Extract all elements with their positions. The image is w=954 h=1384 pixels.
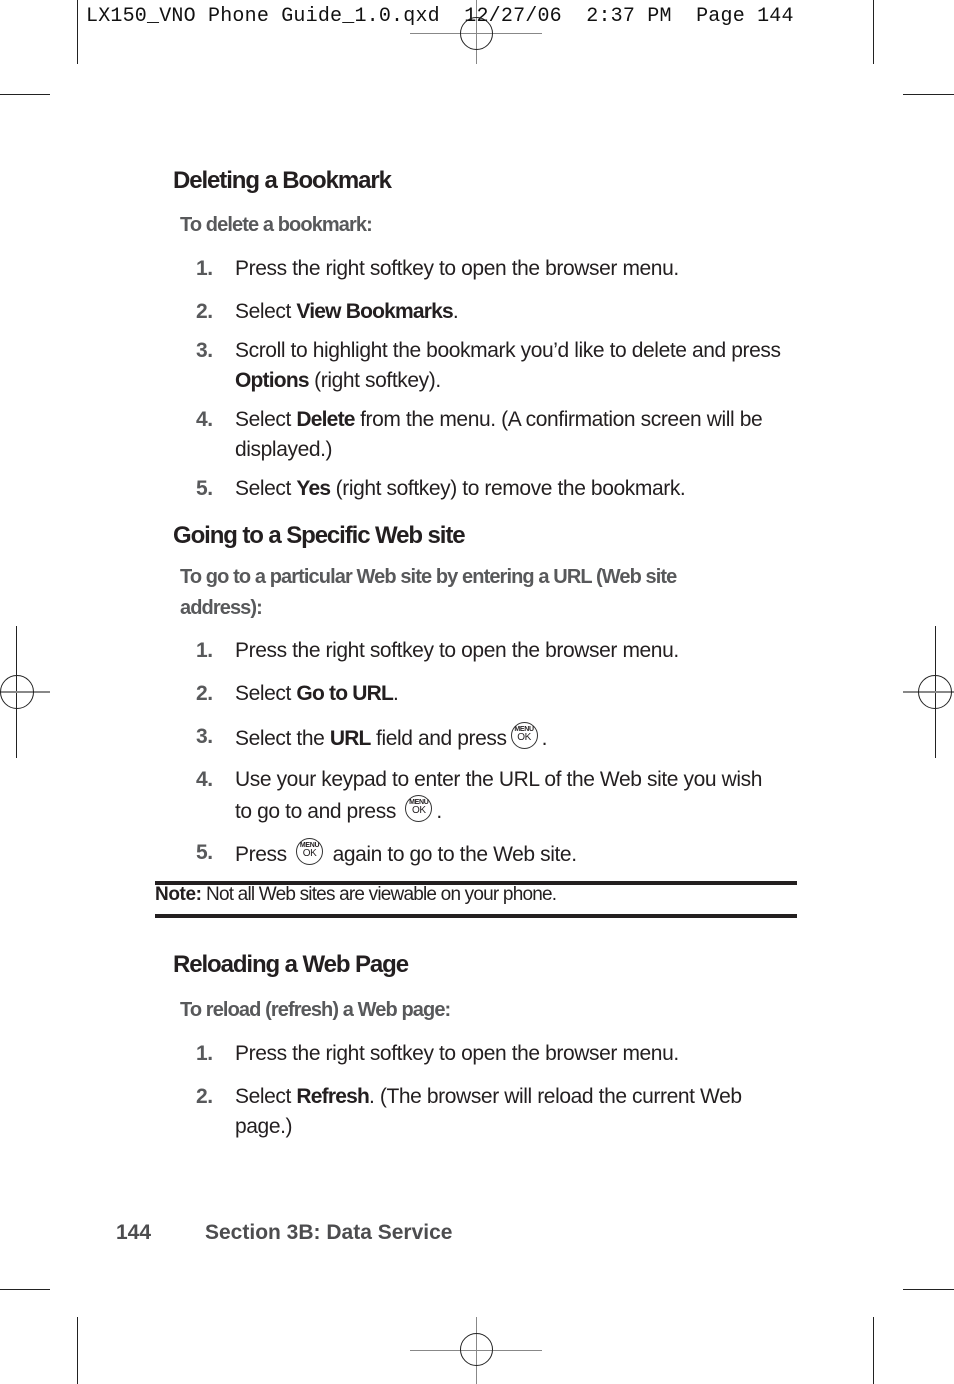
crop-mark — [77, 1317, 78, 1384]
section-intro: To delete a bookmark: — [180, 214, 373, 236]
step-text-part: Select — [235, 300, 297, 323]
step-text: Press the right softkey to open the brow… — [235, 639, 679, 662]
step-text-part: . — [541, 727, 548, 750]
note-text: Not all Web sites are viewable on your p… — [201, 884, 557, 905]
menu-item-name: Delete — [296, 408, 355, 431]
step-number: 1. — [196, 1042, 213, 1065]
step-item: 2. Select Go to URL. — [196, 679, 796, 709]
step-text-part: . — [436, 800, 442, 823]
section-intro: To reload (refresh) a Web page: — [180, 999, 451, 1021]
crop-mark — [873, 1317, 874, 1384]
step-item: 4. Select Delete from the menu. (A confi… — [196, 405, 796, 465]
section-footer-title: Section 3B: Data Service — [205, 1221, 453, 1244]
step-text-part: field and press — [370, 727, 507, 750]
menu-item-name: Refresh — [296, 1085, 370, 1108]
step-number: 3. — [196, 339, 213, 362]
step-text-part: Select — [235, 682, 297, 705]
crop-mark — [77, 0, 78, 64]
step-number: 2. — [196, 1085, 213, 1108]
page-number: 144 — [116, 1221, 152, 1244]
section-heading-deleting-bookmark: Deleting a Bookmark — [173, 167, 392, 194]
step-item: 1. Press the right softkey to open the b… — [196, 254, 796, 284]
step-item: 5. Press MENU OK again to go to the Web s… — [196, 838, 796, 870]
step-number: 3. — [196, 725, 213, 748]
step-text-part: Select — [235, 477, 297, 500]
step-text: Select Yes (right softkey) to remove the… — [235, 474, 796, 504]
step-text-part: Select the — [235, 727, 330, 750]
registration-mark-circle — [918, 675, 952, 709]
step-text: Select Go to URL. — [235, 679, 796, 709]
file-slug-line: LX150_VNO Phone Guide_1.0.qxd 12/27/06 2… — [86, 5, 794, 28]
step-item: 2. Select View Bookmarks. — [196, 297, 796, 327]
step-text-part: (right softkey). — [308, 369, 441, 392]
step-item: 3. Scroll to highlight the bookmark you’… — [196, 336, 796, 396]
step-text: Select View Bookmarks. — [235, 297, 796, 327]
step-text-part: Use your keypad to enter the URL of the … — [235, 768, 762, 823]
step-text: Select Delete from the menu. (A confirma… — [235, 405, 796, 465]
field-name: URL — [329, 727, 372, 750]
key-icon-label-bottom: OK — [412, 805, 426, 816]
step-item: 1. Press the right softkey to open the b… — [196, 1039, 796, 1069]
section-intro: To go to a particular Web site by enteri… — [180, 566, 677, 619]
note-label: Note: — [155, 884, 202, 905]
menu-item-name: Yes — [296, 477, 331, 500]
section-heading-reloading-web-page: Reloading a Web Page — [173, 951, 409, 978]
menu-item-name: View Bookmarks — [296, 300, 453, 323]
menu-item-name: Options — [235, 369, 310, 392]
registration-mark-circle — [460, 1333, 493, 1366]
key-icon-label-bottom: OK — [302, 848, 317, 859]
step-text: Press the right softkey to open the brow… — [235, 257, 679, 280]
step-text: Use your keypad to enter the URL of the … — [235, 765, 766, 827]
step-number: 4. — [196, 768, 213, 791]
menu-ok-key-icon: MENU OK — [405, 795, 433, 822]
step-item: 4. Use your keypad to enter the URL of t… — [196, 765, 766, 827]
crop-mark — [903, 94, 954, 95]
step-item: 3. Select the URL field and press MENU OK. — [196, 722, 796, 754]
crop-mark — [0, 94, 50, 95]
step-number: 2. — [196, 300, 213, 323]
step-text-part: Scroll to highlight the bookmark you’d l… — [235, 339, 781, 362]
menu-ok-key-icon: MENU OK — [510, 722, 538, 749]
step-number: 1. — [196, 639, 213, 662]
step-number: 1. — [196, 257, 213, 280]
registration-mark-circle — [0, 675, 34, 709]
step-text: Scroll to highlight the bookmark you’d l… — [235, 336, 796, 396]
step-text: Press the right softkey to open the brow… — [235, 1042, 679, 1065]
step-number: 4. — [196, 408, 213, 431]
step-text-part: . — [452, 300, 459, 323]
step-text-part: Select — [235, 1085, 297, 1108]
step-number: 5. — [196, 477, 213, 500]
crop-mark — [903, 1289, 954, 1290]
step-text-part: (right softkey) to remove the bookmark. — [330, 477, 686, 500]
step-text: Press MENU OK again to go to the Web site… — [235, 838, 796, 870]
note: Note: Not all Web sites are viewable on … — [155, 884, 557, 906]
crop-mark — [873, 0, 874, 64]
menu-item-name: Go to URL — [296, 682, 394, 705]
step-text-part: Select — [235, 408, 297, 431]
step-item: 1. Press the right softkey to open the b… — [196, 636, 796, 666]
crop-mark — [0, 1289, 50, 1290]
step-text-part: . — [393, 682, 399, 705]
step-text-part: again to go to the Web site. — [332, 843, 577, 866]
step-text: Select the URL field and press MENU OK. — [235, 722, 796, 754]
key-icon-label-bottom: OK — [517, 732, 531, 743]
step-text-part: Press — [235, 843, 287, 866]
step-item: 2. Select Refresh. (The browser will rel… — [196, 1082, 756, 1142]
step-number: 5. — [196, 841, 213, 864]
step-item: 5. Select Yes (right softkey) to remove … — [196, 474, 796, 504]
section-heading-going-to-website: Going to a Specific Web site — [173, 522, 466, 549]
menu-ok-key-icon: MENU OK — [296, 838, 324, 865]
step-number: 2. — [196, 682, 213, 705]
note-rule-bottom — [155, 914, 797, 918]
registration-mark-circle — [460, 17, 493, 50]
step-text: Select Refresh. (The browser will reload… — [235, 1082, 756, 1142]
